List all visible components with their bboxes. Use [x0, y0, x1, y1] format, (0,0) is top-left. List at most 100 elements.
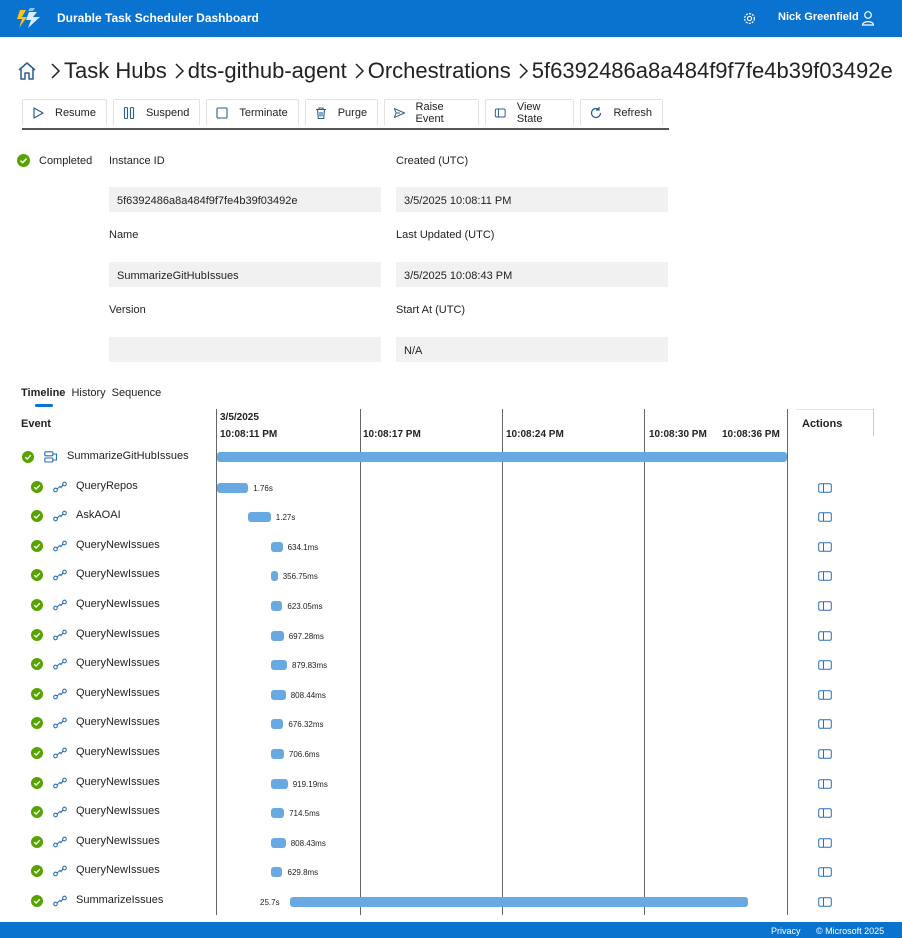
timeline-bar[interactable]: [271, 778, 288, 789]
view-details-panel-icon[interactable]: [818, 659, 832, 670]
raise-event-button[interactable]: Raise Event: [384, 99, 480, 125]
duration-label: 356.75ms: [282, 572, 318, 582]
view-details-panel-icon[interactable]: [818, 837, 832, 848]
tab-history[interactable]: History: [71, 387, 105, 405]
event-name[interactable]: QueryNewIssues: [76, 657, 160, 669]
row-status-check-icon: [22, 451, 34, 463]
check-circle-icon: [17, 154, 30, 167]
user-name[interactable]: Nick Greenfield: [778, 11, 859, 23]
timeline-bar[interactable]: [271, 660, 287, 671]
event-name[interactable]: SummarizeGitHubIssues: [67, 450, 189, 462]
breadcrumb-orchestrations[interactable]: Orchestrations: [368, 58, 511, 84]
user-icon[interactable]: [861, 10, 875, 26]
pause-icon: [123, 106, 135, 119]
timeline-tick-label: 10:08:30 PM: [649, 429, 707, 440]
row-status-check-icon: [31, 717, 43, 730]
timeline-bar[interactable]: [271, 601, 283, 611]
timeline-gridline: [360, 409, 361, 915]
terminate-label: Terminate: [239, 106, 288, 119]
timeline-bar[interactable]: [271, 808, 284, 819]
breadcrumb-instance: 5f6392486a8a484f9f7fe4b39f03492e: [531, 58, 893, 83]
view-details-panel-icon[interactable]: [818, 570, 832, 582]
timeline-bar[interactable]: [271, 541, 283, 552]
timeline-bar[interactable]: [271, 719, 284, 730]
event-name[interactable]: QueryNewIssues: [76, 716, 160, 728]
timeline-bar[interactable]: [271, 867, 283, 878]
timeline-bar[interactable]: [271, 749, 284, 759]
refresh-button[interactable]: Refresh: [580, 99, 663, 125]
timeline-bar[interactable]: [271, 630, 284, 641]
event-name[interactable]: QueryNewIssues: [76, 776, 160, 788]
view-state-label: View State: [516, 100, 543, 125]
suspend-label: Suspend: [145, 106, 190, 119]
timeline-bar[interactable]: [248, 512, 271, 523]
send-icon: [393, 107, 406, 118]
tab-sequence[interactable]: Sequence: [112, 387, 162, 405]
row-status-check-icon: [31, 569, 43, 582]
row-status-check-icon: [31, 687, 43, 700]
event-name[interactable]: QueryNewIssues: [76, 598, 160, 610]
view-details-panel-icon[interactable]: [818, 807, 832, 818]
panel-icon: [495, 108, 506, 117]
event-name[interactable]: QueryNewIssues: [76, 864, 160, 876]
duration-label: 1.27s: [275, 513, 296, 523]
suspend-button[interactable]: Suspend: [112, 99, 201, 125]
view-details-panel-icon[interactable]: [818, 718, 832, 730]
terminate-button[interactable]: Terminate: [206, 99, 299, 125]
timeline-gridline: [787, 409, 788, 915]
view-details-panel-icon[interactable]: [818, 689, 832, 700]
timeline-bar[interactable]: [271, 689, 286, 700]
view-details-panel-icon[interactable]: [818, 541, 832, 552]
resume-button[interactable]: Resume: [22, 99, 107, 125]
row-status-check-icon: [31, 599, 43, 611]
play-icon: [33, 106, 44, 119]
breadcrumb: Task Hubs dts-github-agent Orchestration…: [17, 57, 893, 85]
activity-icon: [53, 747, 67, 759]
timeline-bar[interactable]: [271, 837, 286, 848]
purge-button[interactable]: Purge: [304, 99, 379, 125]
event-name[interactable]: QueryNewIssues: [76, 568, 160, 580]
privacy-link[interactable]: Privacy: [771, 926, 801, 936]
version-label: Version: [109, 304, 146, 316]
instance-id-label: Instance ID: [109, 155, 165, 167]
view-details-panel-icon[interactable]: [818, 748, 832, 759]
event-name[interactable]: QueryNewIssues: [76, 746, 160, 758]
timeline-bar[interactable]: [290, 897, 748, 907]
view-details-panel-icon[interactable]: [818, 630, 832, 641]
event-name[interactable]: QueryNewIssues: [76, 805, 160, 817]
copyright-text: © Microsoft 2025: [816, 926, 885, 936]
actions-divider: [873, 409, 874, 436]
duration-label: 629.8ms: [287, 868, 319, 878]
tab-timeline[interactable]: Timeline: [21, 387, 65, 407]
activity-icon: [53, 599, 67, 611]
row-status-check-icon: [31, 776, 43, 789]
event-name[interactable]: QueryRepos: [76, 480, 138, 492]
row-status-check-icon: [31, 539, 43, 552]
event-name[interactable]: QueryNewIssues: [76, 835, 160, 847]
event-name[interactable]: QueryNewIssues: [76, 539, 160, 551]
row-status-check-icon: [31, 806, 43, 819]
view-details-panel-icon[interactable]: [818, 600, 832, 611]
breadcrumb-task-hub[interactable]: dts-github-agent: [188, 58, 347, 84]
event-name[interactable]: QueryNewIssues: [76, 628, 160, 640]
timeline-tick-label: 10:08:17 PM: [363, 429, 421, 440]
view-details-panel-icon[interactable]: [818, 866, 832, 878]
view-details-panel-icon[interactable]: [818, 511, 832, 522]
event-name[interactable]: AskAOAI: [76, 509, 121, 521]
event-name[interactable]: QueryNewIssues: [76, 687, 160, 699]
view-details-panel-icon[interactable]: [818, 896, 832, 907]
view-details-panel-icon[interactable]: [818, 482, 832, 493]
created-field: 3/5/2025 10:08:11 PM: [396, 187, 668, 212]
home-icon[interactable]: [17, 61, 37, 81]
settings-gear-icon[interactable]: [742, 11, 757, 26]
activity-icon: [53, 510, 67, 522]
timeline-bar[interactable]: [217, 482, 249, 493]
view-details-panel-icon[interactable]: [818, 778, 832, 789]
timeline-bar[interactable]: [217, 452, 787, 462]
view-state-button[interactable]: View State: [485, 99, 575, 125]
breadcrumb-task-hubs[interactable]: Task Hubs: [64, 58, 167, 84]
chevron-right-icon: [355, 63, 364, 79]
timeline-bar[interactable]: [271, 571, 278, 582]
row-status-check-icon: [31, 480, 43, 493]
event-name[interactable]: SummarizeIssues: [76, 894, 163, 906]
